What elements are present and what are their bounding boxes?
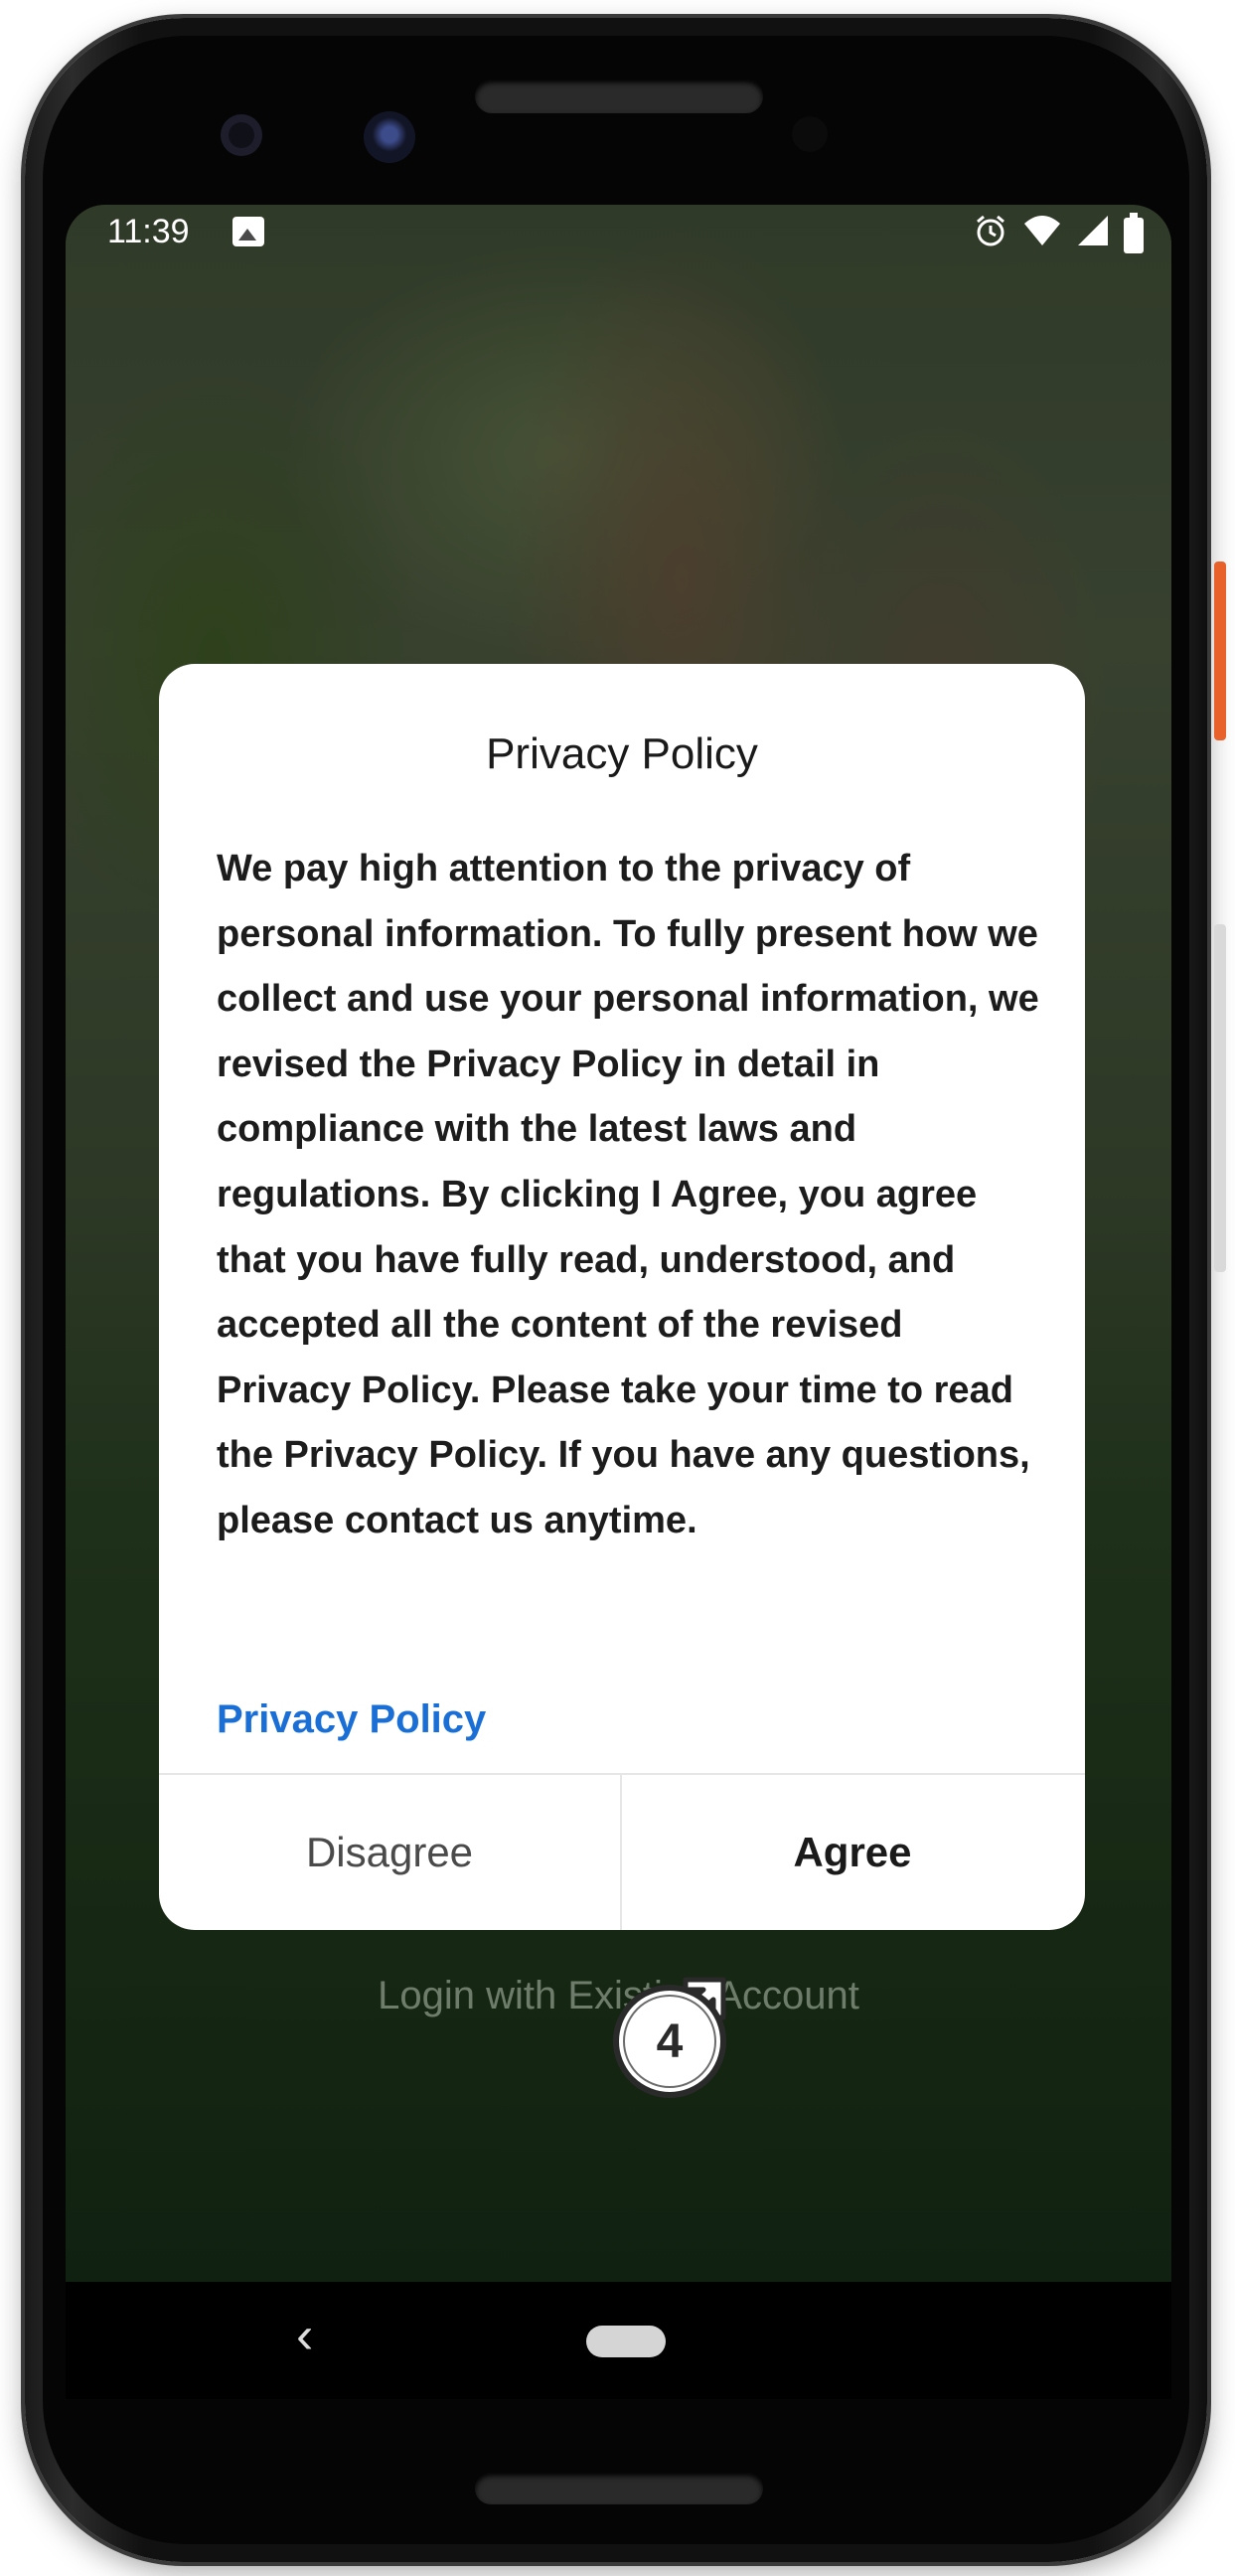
earpiece-speaker	[475, 80, 763, 113]
disagree-button[interactable]: Disagree	[159, 1775, 620, 1930]
proximity-sensor-icon	[792, 116, 828, 152]
alarm-icon	[973, 213, 1008, 257]
privacy-policy-link[interactable]: Privacy Policy	[217, 1697, 486, 1742]
navigation-bar: ‹	[66, 2282, 1171, 2399]
step-arrow-icon: 4	[613, 1977, 726, 2098]
back-icon[interactable]: ‹	[296, 2306, 313, 2365]
dialog-title: Privacy Policy	[486, 729, 758, 778]
volume-button	[1214, 924, 1226, 1272]
status-bar: 11:39	[66, 205, 1171, 258]
power-button	[1214, 562, 1226, 740]
bottom-speaker	[475, 2473, 763, 2504]
battery-icon	[1124, 212, 1144, 253]
step-number: 4	[657, 2015, 684, 2068]
status-time: 11:39	[107, 213, 190, 250]
front-camera-icon	[364, 111, 415, 163]
home-pill-icon[interactable]	[586, 2326, 666, 2357]
image-icon	[232, 217, 264, 246]
privacy-policy-dialog: Privacy Policy We pay high attention to …	[159, 664, 1085, 1930]
status-icons	[973, 212, 1144, 257]
wifi-icon	[1022, 214, 1062, 256]
step-callout: 4	[594, 1950, 745, 2101]
sensor-icon	[221, 114, 262, 156]
dialog-body-text: We pay high attention to the privacy of …	[217, 848, 1039, 1541]
agree-button[interactable]: Agree	[622, 1775, 1083, 1930]
signal-icon	[1076, 214, 1110, 256]
